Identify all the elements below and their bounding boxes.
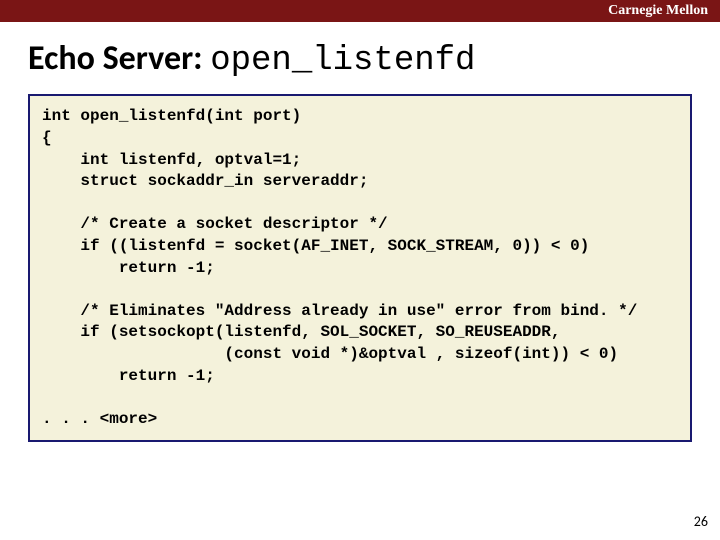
code-l06: /* Create a socket descriptor */	[42, 215, 388, 233]
code-l15: . . . <more>	[42, 410, 157, 428]
code-l01: int open_listenfd(int port)	[42, 107, 301, 125]
slide-title: Echo Server: open_listenfd	[28, 38, 475, 79]
code-l07: if ((listenfd = socket(AF_INET, SOCK_STR…	[42, 237, 589, 255]
code-l12: (const void *)&optval , sizeof(int)) < 0…	[42, 345, 618, 363]
title-wrap: Echo Server: open_listenfd	[0, 22, 720, 94]
code-l02: {	[42, 129, 52, 147]
code-l03: int listenfd, optval=1;	[42, 151, 301, 169]
code-l04: struct sockaddr_in serveraddr;	[42, 172, 368, 190]
code-l08: return -1;	[42, 259, 215, 277]
code-box: int open_listenfd(int port) { int listen…	[28, 94, 692, 442]
code-l13: return -1;	[42, 367, 215, 385]
title-prefix: Echo Server:	[28, 38, 210, 79]
code-l10: /* Eliminates "Address already in use" e…	[42, 302, 637, 320]
code-l11: if (setsockopt(listenfd, SOL_SOCKET, SO_…	[42, 323, 560, 341]
brand-label: Carnegie Mellon	[608, 3, 708, 19]
header-bar: Carnegie Mellon	[0, 0, 720, 22]
page-number: 26	[694, 513, 708, 530]
title-func: open_listenfd	[210, 42, 475, 80]
